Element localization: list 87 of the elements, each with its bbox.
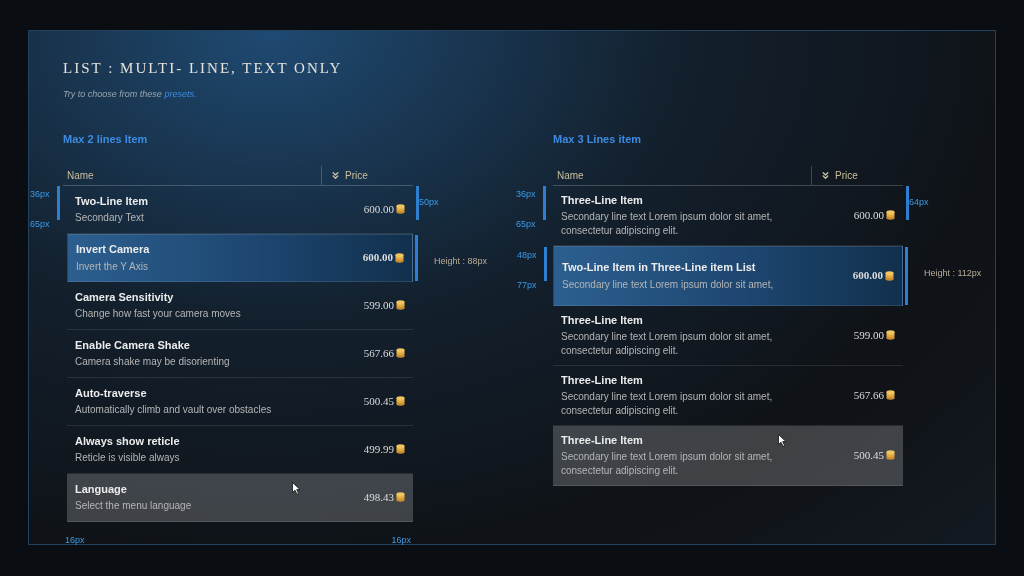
measure-label: 16px <box>65 533 85 547</box>
coins-icon <box>886 450 895 460</box>
item-price: 600.00 <box>853 207 884 223</box>
measure-label: 48px <box>517 248 537 262</box>
measure-label: 77px <box>517 278 537 292</box>
cursor-icon <box>778 433 787 447</box>
sort-icon[interactable] <box>820 169 831 181</box>
item-price: 500.45 <box>853 447 884 463</box>
item-description: Secondary line text Lorem ipsum dolor sit amet, consectetur adipiscing elit. <box>561 210 774 239</box>
item-title: Three-Line Item <box>561 192 643 208</box>
measure-line <box>415 234 418 281</box>
item-title: Always show reticle <box>75 433 180 449</box>
measure-label: 65px <box>30 217 50 231</box>
item-description: Reticle is visible always <box>75 451 180 466</box>
measure-label: 16px <box>391 533 411 547</box>
measure-label: 65px <box>516 217 536 231</box>
item-price: 567.66 <box>363 345 394 361</box>
page-subtitle: Try to choose from these presets. <box>63 87 198 101</box>
item-title: Enable Camera Shake <box>75 337 190 353</box>
item-price: 567.66 <box>853 387 884 403</box>
measure-label: 50px <box>419 195 439 209</box>
measure-line <box>416 185 419 220</box>
measure-line <box>544 246 547 281</box>
item-title: Invert Camera <box>76 242 150 258</box>
column-header[interactable]: Price <box>835 167 858 183</box>
item-description: Automatically climb and vault over obstacles <box>75 403 272 418</box>
measure-line <box>543 185 546 220</box>
measure-label: 64px <box>909 195 929 209</box>
column-header: Name <box>556 168 585 183</box>
item-title: Three-Line Item <box>561 372 643 388</box>
measure-line <box>906 185 909 220</box>
measure-label: 36px <box>516 187 536 201</box>
item-price: 499.99 <box>363 441 394 457</box>
coins-icon <box>886 390 895 400</box>
measure-label: 36px <box>30 187 50 201</box>
list-heading: Max 2 lines Item <box>63 132 149 147</box>
item-description: Select the menu language <box>75 499 192 514</box>
coins-icon <box>396 492 405 502</box>
item-description: Secondary line text Lorem ipsum dolor sit amet, <box>562 277 775 292</box>
item-title: Three-Line Item <box>561 432 643 448</box>
coins-icon <box>396 348 405 358</box>
item-description: Secondary line text Lorem ipsum dolor sit amet, consectetur adipiscing elit. <box>561 330 774 359</box>
list-item[interactable]: Enable Camera Shake Camera shake may be disorienting 567.66 <box>67 329 413 378</box>
item-description: Secondary Text <box>75 211 144 226</box>
coins-icon <box>395 252 404 263</box>
cursor-icon <box>292 481 301 495</box>
coins-icon <box>885 270 894 281</box>
item-price: 600.00 <box>852 268 883 284</box>
item-title: Two-Line Item in Three-Line item List <box>562 260 756 276</box>
item-title: Three-Line Item <box>561 312 643 328</box>
item-price: 600.00 <box>362 250 393 266</box>
list-item[interactable]: Three-Line Item Secondary line text Lorem ipsum dolor sit amet, consectetur adipiscing elit. 567.66 <box>553 365 903 426</box>
measure-label: Height : 88px <box>434 254 488 268</box>
item-price: 500.45 <box>363 393 394 409</box>
item-price: 599.00 <box>853 327 884 343</box>
coins-icon <box>396 204 405 214</box>
item-title: Auto-traverse <box>75 385 147 401</box>
list-item[interactable]: Three-Line Item Secondary line text Lorem ipsum dolor sit amet, consectetur adipiscing elit. 500.45 <box>553 425 903 486</box>
column-header[interactable]: Price <box>345 167 368 183</box>
page-title: LIST : MULTI- LINE, TEXT ONLY <box>63 59 344 78</box>
coins-icon <box>886 330 895 340</box>
list-item[interactable]: Language Select the menu language 498.43 <box>67 473 413 522</box>
item-description: Change how fast your camera moves <box>75 307 241 322</box>
item-price: 600.00 <box>363 201 394 217</box>
list-item[interactable]: Three-Line Item Secondary line text Lorem ipsum dolor sit amet, consectetur adipiscing elit. 599.00 <box>553 305 903 366</box>
item-title: Camera Sensitivity <box>75 289 174 305</box>
coins-icon <box>396 300 405 310</box>
column-header: Name <box>66 168 95 183</box>
item-title: Language <box>75 481 127 497</box>
sort-icon[interactable] <box>330 169 341 181</box>
measure-line <box>905 246 908 305</box>
coins-icon <box>396 396 405 406</box>
item-title: Two-Line Item <box>75 193 149 209</box>
item-description: Invert the Y Axis <box>76 259 148 274</box>
item-price: 498.43 <box>363 489 394 505</box>
coins-icon <box>396 444 405 454</box>
measure-line <box>57 185 60 220</box>
item-description: Camera shake may be disorienting <box>75 355 230 370</box>
item-description: Secondary line text Lorem ipsum dolor sit amet, consectetur adipiscing elit. <box>561 450 774 479</box>
item-description: Secondary line text Lorem ipsum dolor sit amet, consectetur adipiscing elit. <box>561 390 774 419</box>
list-item[interactable]: Auto-traverse Automatically climb and vault over obstacles 500.45 <box>67 377 413 426</box>
list-item[interactable]: Camera Sensitivity Change how fast your camera moves 599.00 <box>67 281 413 330</box>
measure-label: Height : 112px <box>924 266 982 280</box>
coins-icon <box>886 210 895 220</box>
list-item[interactable]: Always show reticle Reticle is visible always 499.99 <box>67 425 413 474</box>
item-price: 599.00 <box>363 297 394 313</box>
list-heading: Max 3 Lines item <box>553 132 643 147</box>
